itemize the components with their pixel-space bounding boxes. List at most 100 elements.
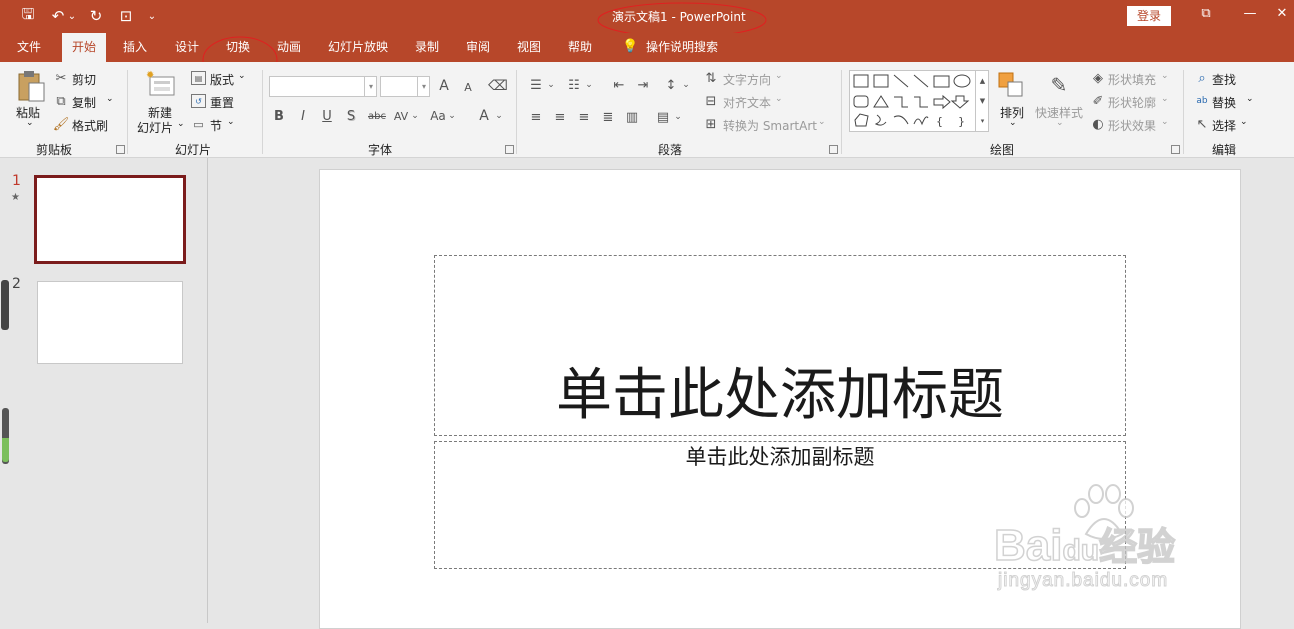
increase-indent-icon[interactable]: ⇥: [634, 77, 652, 93]
numbering-icon[interactable]: ☷: [565, 77, 583, 93]
select-dropdown-icon[interactable]: ⌄: [1240, 117, 1248, 127]
line-spacing-dropdown-icon[interactable]: ⌄: [681, 77, 691, 93]
arrange-icon[interactable]: [997, 71, 1027, 99]
font-launcher-icon[interactable]: [505, 145, 514, 154]
start-slideshow-icon[interactable]: ⊡: [116, 6, 136, 26]
line-spacing-icon[interactable]: ↕: [662, 77, 680, 93]
gallery-scroll-icon[interactable]: ▲ ▼ ▾: [975, 71, 989, 131]
align-center-icon[interactable]: ≡: [551, 109, 569, 125]
tab-review[interactable]: 审阅: [466, 33, 490, 62]
reset-icon[interactable]: ↺: [191, 94, 206, 108]
align-text-button[interactable]: 对齐文本: [723, 94, 771, 111]
shape-effects-dropdown-icon[interactable]: ⌄: [1161, 117, 1169, 127]
signin-button[interactable]: 登录: [1127, 6, 1171, 26]
grow-font-icon[interactable]: A: [436, 78, 452, 94]
align-text-dropdown-icon[interactable]: ⌄: [775, 94, 783, 104]
underline-button[interactable]: U: [320, 108, 334, 124]
tab-insert[interactable]: 插入: [123, 33, 147, 62]
quick-styles-icon[interactable]: ✎: [1044, 71, 1074, 99]
tab-help[interactable]: 帮助: [568, 33, 592, 62]
replace-dropdown-icon[interactable]: ⌄: [1246, 94, 1254, 104]
cut-button[interactable]: 剪切: [72, 71, 96, 88]
copy-icon[interactable]: ⧉: [53, 93, 69, 109]
bold-button[interactable]: B: [272, 108, 286, 124]
title-placeholder[interactable]: 单击此处添加标题: [434, 255, 1126, 436]
shape-effects-button[interactable]: 形状效果: [1108, 117, 1156, 134]
replace-button[interactable]: 替换: [1212, 94, 1236, 111]
tab-view[interactable]: 视图: [517, 33, 541, 62]
font-size-dropdown-icon[interactable]: ▾: [417, 76, 430, 97]
format-painter-button[interactable]: 格式刷: [72, 117, 108, 134]
layout-dropdown-icon[interactable]: ⌄: [238, 71, 246, 81]
smartart-icon[interactable]: ⊞: [703, 116, 719, 132]
align-text-icon[interactable]: ⊟: [703, 93, 719, 109]
font-color-dropdown-icon[interactable]: ⌄: [494, 108, 504, 124]
layout-button[interactable]: 版式: [210, 71, 234, 88]
align-right-icon[interactable]: ≡: [575, 109, 593, 125]
tell-me-search[interactable]: 操作说明搜索: [646, 33, 718, 62]
save-icon[interactable]: 🖫: [18, 5, 38, 26]
tab-home[interactable]: 开始: [62, 33, 107, 62]
scroll-handle[interactable]: [1, 280, 9, 330]
font-name-dropdown-icon[interactable]: ▾: [364, 76, 377, 97]
format-painter-icon[interactable]: 🖌: [53, 116, 70, 132]
layout-icon[interactable]: ▤: [191, 71, 206, 85]
find-button[interactable]: 查找: [1212, 71, 1236, 88]
close-icon[interactable]: ✕: [1272, 6, 1292, 26]
replace-icon[interactable]: ab: [1194, 93, 1210, 109]
ribbon-display-options-icon[interactable]: ⧉: [1196, 6, 1216, 26]
italic-button[interactable]: I: [296, 108, 310, 124]
bullets-icon[interactable]: ☰: [527, 77, 545, 93]
undo-dropdown-icon[interactable]: ⌄: [66, 6, 78, 26]
new-slide-dropdown-icon[interactable]: ⌄: [177, 119, 185, 129]
change-case-button[interactable]: Aa: [429, 108, 447, 124]
paste-dropdown-icon[interactable]: ⌄: [26, 118, 34, 128]
shape-outline-button[interactable]: 形状轮廓: [1108, 94, 1156, 111]
text-direction-icon[interactable]: ⇅: [703, 70, 719, 86]
clear-formatting-icon[interactable]: ⌫: [488, 77, 508, 95]
change-case-dropdown-icon[interactable]: ⌄: [447, 108, 457, 124]
justify-icon[interactable]: ≣: [599, 109, 617, 125]
arrange-dropdown-icon[interactable]: ⌄: [1009, 118, 1017, 128]
shape-outline-icon[interactable]: ✐: [1090, 93, 1106, 109]
reset-button[interactable]: 重置: [210, 94, 234, 111]
redo-icon[interactable]: ↻: [86, 6, 106, 26]
zoom-handle[interactable]: [2, 408, 9, 464]
section-icon[interactable]: ▭: [191, 117, 206, 131]
section-dropdown-icon[interactable]: ⌄: [227, 117, 235, 127]
shapes-gallery[interactable]: { } ▲ ▼ ▾: [849, 70, 989, 132]
bullets-dropdown-icon[interactable]: ⌄: [546, 77, 556, 93]
columns-dropdown-icon[interactable]: ⌄: [673, 109, 683, 125]
strikethrough-button[interactable]: abc: [366, 108, 388, 124]
shape-effects-icon[interactable]: ◐: [1090, 116, 1106, 132]
scissors-icon[interactable]: ✂: [53, 70, 69, 86]
tab-file[interactable]: 文件: [17, 33, 41, 62]
paste-icon[interactable]: [16, 70, 46, 102]
character-spacing-button[interactable]: AV: [392, 108, 410, 124]
columns-icon[interactable]: ▤: [654, 109, 672, 125]
smartart-dropdown-icon[interactable]: ⌄: [818, 117, 826, 127]
slide-thumbnail-1[interactable]: [34, 175, 186, 264]
character-spacing-dropdown-icon[interactable]: ⌄: [410, 108, 420, 124]
shape-fill-button[interactable]: 形状填充: [1108, 71, 1156, 88]
text-direction-button[interactable]: 文字方向: [723, 71, 771, 88]
copy-button[interactable]: 复制: [72, 94, 96, 111]
tab-record[interactable]: 录制: [415, 33, 439, 62]
decrease-indent-icon[interactable]: ⇤: [610, 77, 628, 93]
numbering-dropdown-icon[interactable]: ⌄: [584, 77, 594, 93]
copy-dropdown-icon[interactable]: ⌄: [106, 94, 114, 104]
shadow-button[interactable]: S: [344, 108, 358, 124]
select-button[interactable]: 选择: [1212, 117, 1236, 134]
find-icon[interactable]: ⌕: [1194, 70, 1210, 86]
clipboard-launcher-icon[interactable]: [116, 145, 125, 154]
new-slide-button[interactable]: 幻灯片: [137, 119, 173, 136]
quick-styles-dropdown-icon[interactable]: ⌄: [1056, 118, 1064, 128]
shape-fill-icon[interactable]: ◈: [1090, 70, 1106, 86]
drawing-launcher-icon[interactable]: [1171, 145, 1180, 154]
customize-qat-icon[interactable]: ⌄: [145, 6, 159, 26]
shrink-font-icon[interactable]: A: [461, 80, 475, 94]
undo-icon[interactable]: ↶: [48, 6, 68, 26]
font-color-button[interactable]: A: [476, 107, 492, 125]
convert-to-smartart-button[interactable]: 转换为 SmartArt: [723, 117, 817, 134]
new-slide-icon[interactable]: ✹: [146, 69, 176, 99]
